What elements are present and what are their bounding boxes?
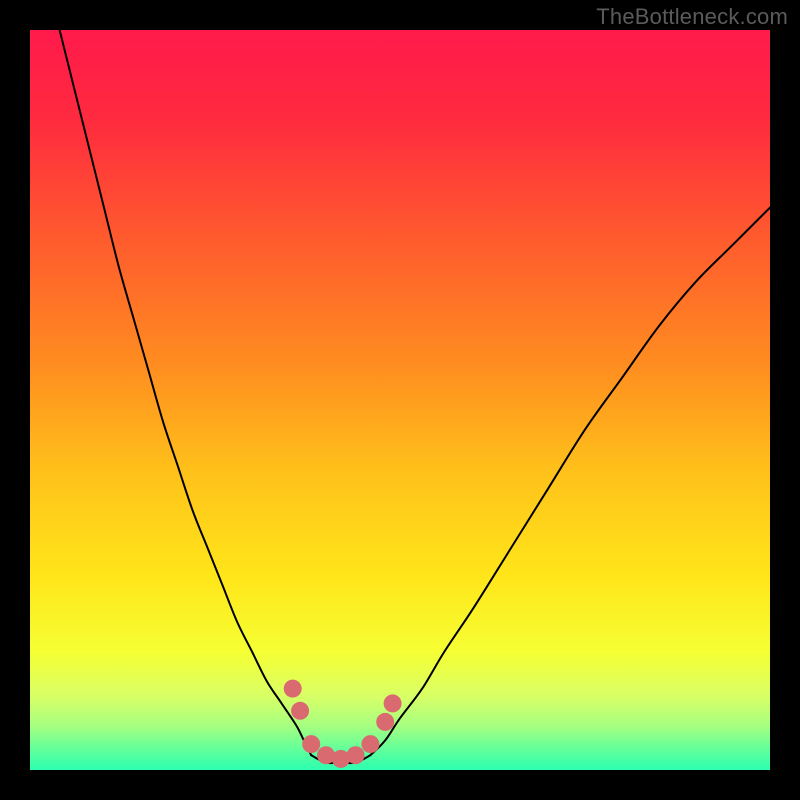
marker-dot [347,746,365,764]
marker-dot [291,702,309,720]
marker-dot [302,735,320,753]
marker-dot [284,680,302,698]
marker-dot [384,694,402,712]
marker-dot [361,735,379,753]
marker-dot [376,713,394,731]
chart-svg [30,30,770,770]
chart-frame: TheBottleneck.com [0,0,800,800]
gradient-background [30,30,770,770]
plot-area [30,30,770,770]
watermark-text: TheBottleneck.com [596,4,788,30]
